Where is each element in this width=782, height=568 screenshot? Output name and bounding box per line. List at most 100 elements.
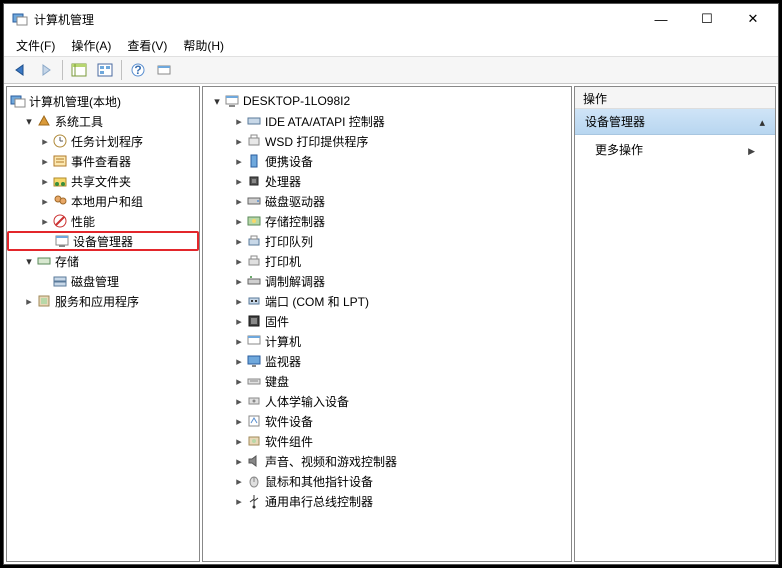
tree-root-computer-management[interactable]: 计算机管理(本地) xyxy=(7,91,199,111)
device-mice[interactable]: 鼠标和其他指针设备 xyxy=(203,471,571,491)
expander-icon[interactable] xyxy=(233,355,245,368)
system-tools-icon xyxy=(36,113,52,129)
menu-help[interactable]: 帮助(H) xyxy=(177,35,230,56)
event-viewer-icon xyxy=(52,153,68,169)
expander-icon[interactable] xyxy=(233,315,245,328)
device-modems[interactable]: 调制解调器 xyxy=(203,271,571,291)
device-usb[interactable]: 通用串行总线控制器 xyxy=(203,491,571,511)
tree-shared-folders[interactable]: 共享文件夹 xyxy=(7,171,199,191)
actions-section-device-manager[interactable]: 设备管理器 xyxy=(575,109,775,135)
expander-icon[interactable] xyxy=(39,135,51,148)
toolbar-separator xyxy=(121,60,122,80)
console-tree-panel: 计算机管理(本地) 系统工具 任务计划程序 事件查看器 共享文件夹 xyxy=(6,86,200,562)
expander-icon[interactable] xyxy=(39,215,51,228)
expander-icon[interactable] xyxy=(233,135,245,148)
expander-icon[interactable] xyxy=(233,455,245,468)
expander-icon[interactable] xyxy=(233,295,245,308)
tree-system-tools[interactable]: 系统工具 xyxy=(7,111,199,131)
expander-icon[interactable] xyxy=(233,235,245,248)
device-firmware[interactable]: 固件 xyxy=(203,311,571,331)
tree-disk-management[interactable]: 磁盘管理 xyxy=(7,271,199,291)
close-button[interactable]: ✕ xyxy=(730,4,776,34)
menu-view[interactable]: 查看(V) xyxy=(121,35,173,56)
expander-icon[interactable] xyxy=(211,95,223,108)
expander-icon[interactable] xyxy=(233,395,245,408)
tree-storage[interactable]: 存储 xyxy=(7,251,199,271)
device-monitors[interactable]: 监视器 xyxy=(203,351,571,371)
tree-label: 本地用户和组 xyxy=(71,193,143,210)
expander-icon[interactable] xyxy=(39,195,51,208)
minimize-button[interactable]: — xyxy=(638,4,684,34)
expander-icon[interactable] xyxy=(39,155,51,168)
expander-icon[interactable] xyxy=(233,155,245,168)
expander-icon[interactable] xyxy=(233,275,245,288)
maximize-button[interactable]: ☐ xyxy=(684,4,730,34)
tree-event-viewer[interactable]: 事件查看器 xyxy=(7,151,199,171)
expander-icon[interactable] xyxy=(233,115,245,128)
tree-performance[interactable]: 性能 xyxy=(7,211,199,231)
device-ide[interactable]: IDE ATA/ATAPI 控制器 xyxy=(203,111,571,131)
view-options-button[interactable] xyxy=(93,59,117,81)
device-processors[interactable]: 处理器 xyxy=(203,171,571,191)
device-wsd[interactable]: WSD 打印提供程序 xyxy=(203,131,571,151)
tree-label: 磁盘管理 xyxy=(71,273,119,290)
device-manager-icon xyxy=(54,233,70,249)
nav-back-button[interactable] xyxy=(8,59,32,81)
tree-label: 端口 (COM 和 LPT) xyxy=(265,293,369,310)
device-sound[interactable]: 声音、视频和游戏控制器 xyxy=(203,451,571,471)
portable-device-icon xyxy=(246,153,262,169)
computer-management-icon xyxy=(10,93,26,109)
tree-task-scheduler[interactable]: 任务计划程序 xyxy=(7,131,199,151)
expander-icon[interactable] xyxy=(233,435,245,448)
tree-device-manager[interactable]: 设备管理器 xyxy=(7,231,199,251)
software-component-icon xyxy=(246,433,262,449)
device-tree-panel: DESKTOP-1LO98I2 IDE ATA/ATAPI 控制器 WSD 打印… xyxy=(202,86,572,562)
device-manager-icon-button[interactable] xyxy=(152,59,176,81)
expander-icon[interactable] xyxy=(23,115,35,128)
device-software-components[interactable]: 软件组件 xyxy=(203,431,571,451)
tree-label: 计算机管理(本地) xyxy=(29,93,121,110)
menu-file[interactable]: 文件(F) xyxy=(10,35,61,56)
expander-icon[interactable] xyxy=(233,495,245,508)
tree-label: 监视器 xyxy=(265,353,301,370)
tree-label: 通用串行总线控制器 xyxy=(265,493,373,510)
device-ports[interactable]: 端口 (COM 和 LPT) xyxy=(203,291,571,311)
device-portable[interactable]: 便携设备 xyxy=(203,151,571,171)
printer-icon xyxy=(246,253,262,269)
device-disk-drives[interactable]: 磁盘驱动器 xyxy=(203,191,571,211)
expander-icon[interactable] xyxy=(233,415,245,428)
expander-icon[interactable] xyxy=(233,335,245,348)
help-button[interactable]: ? xyxy=(126,59,150,81)
expander-icon[interactable] xyxy=(233,195,245,208)
tree-label: 存储控制器 xyxy=(265,213,325,230)
device-software-devices[interactable]: 软件设备 xyxy=(203,411,571,431)
expander-icon[interactable] xyxy=(233,255,245,268)
device-computers[interactable]: 计算机 xyxy=(203,331,571,351)
tree-local-users-groups[interactable]: 本地用户和组 xyxy=(7,191,199,211)
device-print-queues[interactable]: 打印队列 xyxy=(203,231,571,251)
device-keyboards[interactable]: 键盘 xyxy=(203,371,571,391)
storage-icon xyxy=(36,253,52,269)
actions-more[interactable]: 更多操作 xyxy=(575,135,775,164)
expander-icon[interactable] xyxy=(39,175,51,188)
nav-forward-button[interactable] xyxy=(34,59,58,81)
expander-icon[interactable] xyxy=(233,375,245,388)
expander-icon[interactable] xyxy=(23,255,35,268)
expander-icon[interactable] xyxy=(23,295,35,308)
tree-label: WSD 打印提供程序 xyxy=(265,133,368,150)
expander-icon[interactable] xyxy=(233,215,245,228)
tree-label: 处理器 xyxy=(265,173,301,190)
tree-label: IDE ATA/ATAPI 控制器 xyxy=(265,113,385,130)
menu-operation[interactable]: 操作(A) xyxy=(65,35,117,56)
tree-services-applications[interactable]: 服务和应用程序 xyxy=(7,291,199,311)
collapse-section-icon[interactable] xyxy=(759,115,765,129)
device-storage-controllers[interactable]: 存储控制器 xyxy=(203,211,571,231)
expander-icon[interactable] xyxy=(233,475,245,488)
actions-section-label: 设备管理器 xyxy=(585,113,645,130)
device-root[interactable]: DESKTOP-1LO98I2 xyxy=(203,91,571,111)
device-printers[interactable]: 打印机 xyxy=(203,251,571,271)
expander-icon[interactable] xyxy=(233,175,245,188)
tree-label: 人体学输入设备 xyxy=(265,393,349,410)
show-hide-tree-button[interactable] xyxy=(67,59,91,81)
device-hid[interactable]: 人体学输入设备 xyxy=(203,391,571,411)
